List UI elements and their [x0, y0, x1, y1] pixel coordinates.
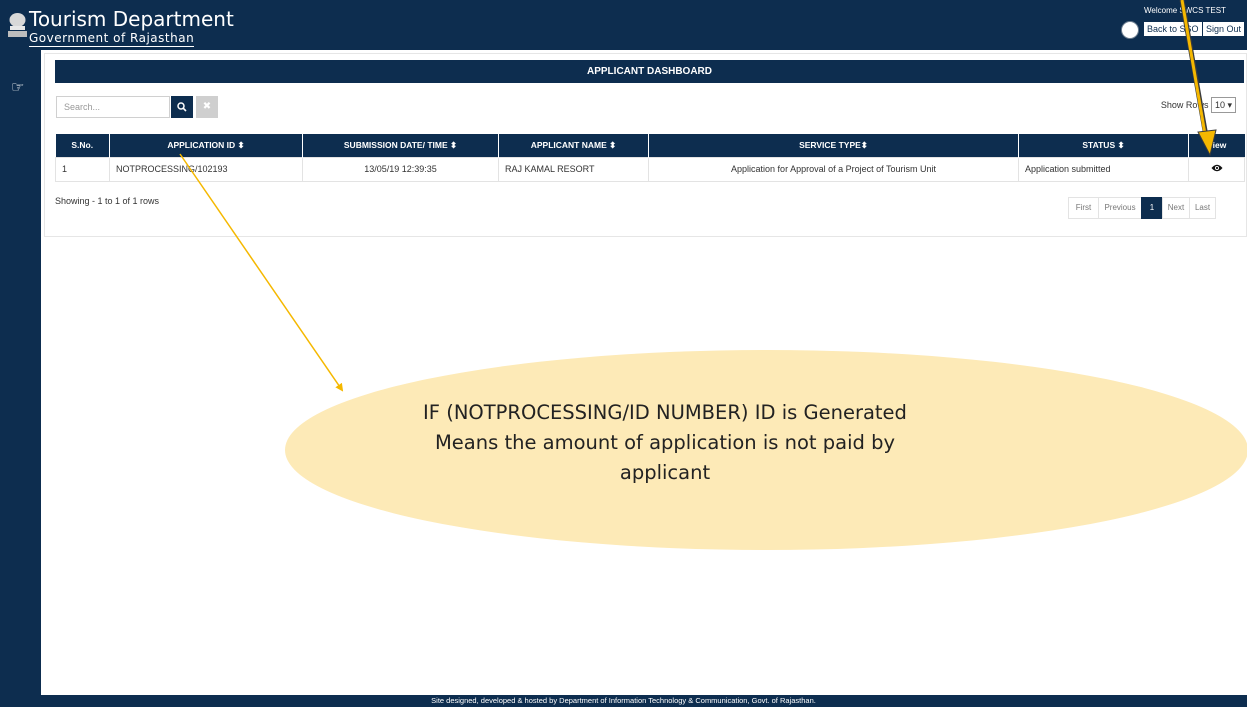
pagination: First Previous 1 Next Last — [1068, 197, 1216, 219]
table-header-row: S.No. APPLICATION ID ⬍ SUBMISSION DATE/ … — [55, 134, 1245, 157]
app-title: Tourism Department — [29, 7, 234, 31]
page-last[interactable]: Last — [1189, 197, 1216, 219]
app-subtitle: Government of Rajasthan — [29, 31, 195, 47]
rows-per-page-select[interactable]: 10 ▾ — [1210, 97, 1236, 113]
top-header: Tourism Department Government of Rajasth… — [0, 0, 1247, 50]
close-icon: ✖ — [202, 101, 212, 112]
page-1[interactable]: 1 — [1141, 197, 1163, 219]
cell-application-id: NOTPROCESSING/102193 — [109, 156, 303, 182]
search-icon — [177, 102, 187, 112]
cell-view — [1188, 156, 1245, 182]
state-emblem-icon — [8, 13, 27, 37]
annotation-line-2: Means the amount of application is not p… — [434, 431, 896, 454]
col-view: View — [1188, 134, 1245, 157]
col-status[interactable]: STATUS ⬍ — [1018, 134, 1189, 157]
show-rows-control: Show Rows 10 ▾ — [1161, 97, 1236, 113]
dashboard-title: APPLICANT DASHBOARD — [55, 60, 1244, 83]
cell-status: Application submitted — [1018, 156, 1189, 182]
show-rows-label: Show Rows — [1160, 100, 1209, 110]
back-to-sso-button[interactable]: Back to SSO — [1143, 21, 1203, 37]
cell-sno: 1 — [55, 156, 110, 182]
search-input[interactable] — [56, 96, 170, 118]
col-service-type[interactable]: SERVICE TYPE⬍ — [648, 134, 1019, 157]
sidebar: ☞ — [0, 50, 41, 695]
page-first[interactable]: First — [1068, 197, 1099, 219]
sign-out-button[interactable]: Sign Out — [1202, 21, 1246, 37]
annotation-line-3: applicant — [619, 461, 711, 484]
user-panel: Welcome SWCS TEST Back to SSO Sign Out — [1119, 4, 1247, 48]
page-previous[interactable]: Previous — [1098, 197, 1142, 219]
pagination-summary: Showing - 1 to 1 of 1 rows — [55, 196, 160, 206]
annotation-text: IF (NOTPROCESSING/ID NUMBER) ID is Gener… — [385, 398, 945, 488]
col-application-id[interactable]: APPLICATION ID ⬍ — [109, 134, 303, 157]
welcome-text: Welcome SWCS TEST — [1144, 6, 1226, 15]
page-next[interactable]: Next — [1162, 197, 1190, 219]
clear-search-button[interactable]: ✖ — [196, 96, 218, 118]
cell-service-type: Application for Approval of a Project of… — [648, 156, 1019, 182]
annotation-line-1: IF (NOTPROCESSING/ID NUMBER) ID is Gener… — [423, 401, 907, 424]
cell-applicant-name: RAJ KAMAL RESORT — [498, 156, 649, 182]
eye-icon[interactable] — [1211, 164, 1223, 172]
col-sno: S.No. — [55, 134, 110, 157]
col-submission-date[interactable]: SUBMISSION DATE/ TIME ⬍ — [302, 134, 499, 157]
table-row: 1 NOTPROCESSING/102193 13/05/19 12:39:35… — [55, 156, 1245, 182]
applications-table: S.No. APPLICATION ID ⬍ SUBMISSION DATE/ … — [55, 134, 1245, 182]
hand-pointer-icon[interactable]: ☞ — [11, 80, 24, 96]
cell-submission-date: 13/05/19 12:39:35 — [302, 156, 499, 182]
col-applicant-name[interactable]: APPLICANT NAME ⬍ — [498, 134, 649, 157]
search-button[interactable] — [171, 96, 193, 118]
site-footer: Site designed, developed & hosted by Dep… — [0, 695, 1247, 707]
user-avatar-icon[interactable] — [1121, 21, 1139, 39]
